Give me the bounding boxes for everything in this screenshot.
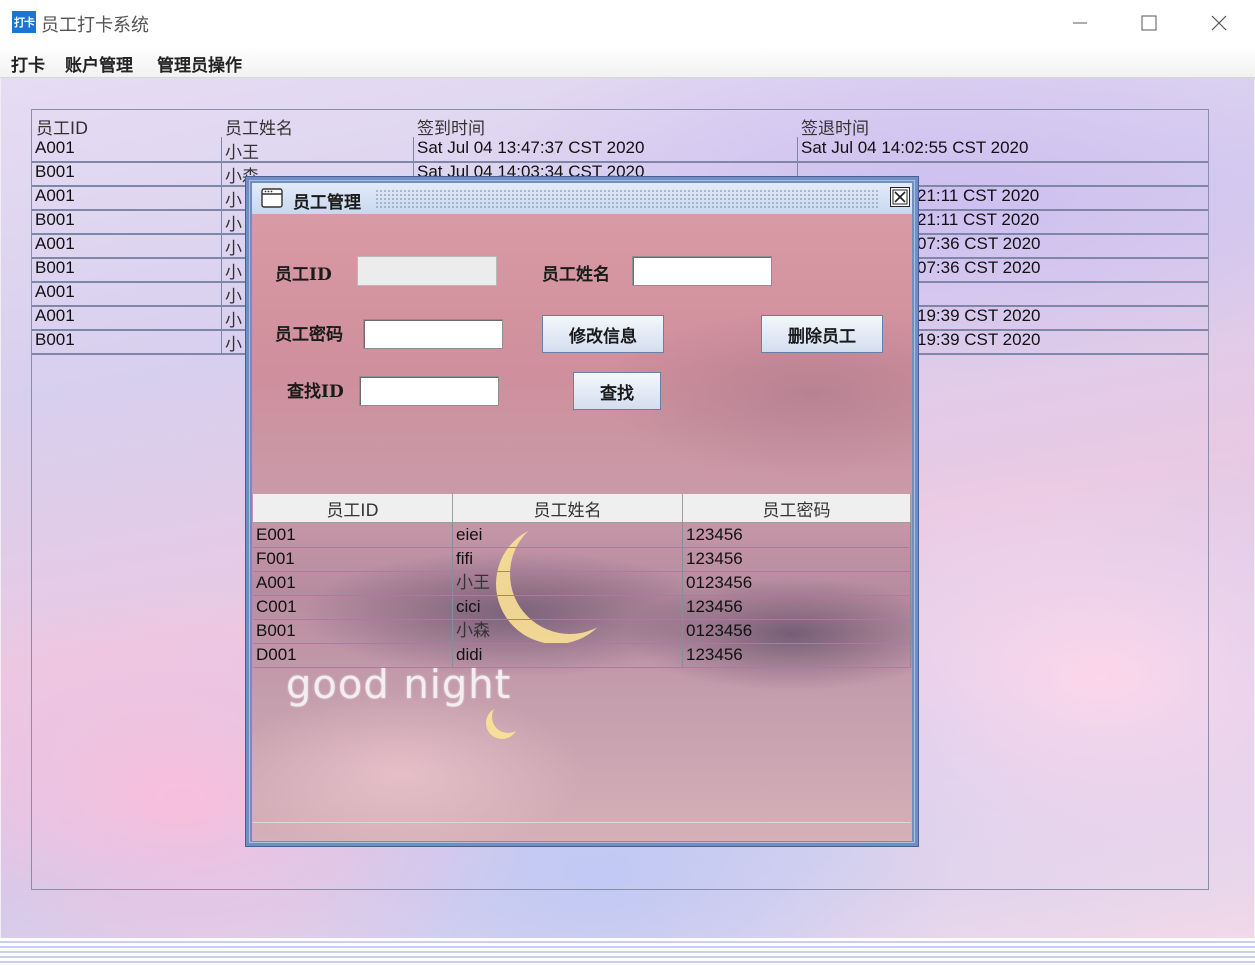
- dialog-close-button[interactable]: [890, 187, 910, 207]
- menu-account-management[interactable]: 账户管理: [65, 51, 133, 76]
- cell-employee-id: B001: [35, 258, 75, 277]
- background-good-night-text: good night: [286, 662, 512, 708]
- employee-password-label: 员工密码: [275, 325, 343, 345]
- column-header-employee-password[interactable]: 员工密码: [683, 494, 911, 522]
- maximize-button[interactable]: [1114, 0, 1184, 46]
- table-row[interactable]: A001 小王 0123456: [253, 571, 911, 596]
- menu-punch[interactable]: 打卡: [11, 51, 45, 76]
- cell-employee-id: A001: [35, 282, 75, 301]
- cell-employee-name: 小王: [453, 571, 683, 595]
- menu-bar: 打卡 账户管理 管理员操作: [0, 46, 1255, 78]
- cell-check-in: Sat Jul 04 13:47:37 CST 2020: [417, 138, 645, 157]
- table-bottom-edge: [253, 822, 911, 823]
- employee-management-dialog: 员工管理 good night 员工ID 员工姓名 员工密码 修改信息 删除员工…: [245, 176, 919, 847]
- cell-employee-id: A001: [35, 186, 75, 205]
- employee-name-field[interactable]: [632, 256, 772, 286]
- column-header-employee-id[interactable]: 员工ID: [36, 114, 88, 139]
- cell-employee-id: F001: [253, 547, 453, 571]
- cell-employee-password: 123456: [683, 547, 911, 571]
- find-button[interactable]: 查找: [573, 372, 661, 410]
- column-header-check-in-time[interactable]: 签到时间: [417, 114, 485, 139]
- window-icon: [261, 188, 283, 208]
- decorative-bottom-strip: [0, 938, 1255, 965]
- dialog-body: good night 员工ID 员工姓名 员工密码 修改信息 删除员工 查找ID…: [252, 214, 912, 841]
- window-title: 员工打卡系统: [41, 15, 149, 36]
- column-header-employee-name[interactable]: 员工姓名: [453, 494, 683, 522]
- delete-employee-button[interactable]: 删除员工: [761, 315, 883, 353]
- cell-employee-name: fifi: [453, 547, 683, 571]
- close-icon: [1211, 15, 1227, 31]
- cell-check-out: 19:39 CST 2020: [917, 330, 1041, 349]
- cell-employee-id: B001: [35, 210, 75, 229]
- find-id-label: 查找ID: [287, 382, 344, 402]
- cell-employee-password: 123456: [683, 643, 911, 667]
- cell-employee-id: D001: [253, 643, 453, 667]
- cell-employee-password: 123456: [683, 523, 911, 547]
- cell-check-out: 21:11 CST 2020: [917, 186, 1040, 205]
- close-button[interactable]: [1184, 0, 1254, 46]
- minimize-icon: [1073, 22, 1087, 24]
- table-row[interactable]: D001 didi 123456: [253, 643, 911, 668]
- menu-admin-operations[interactable]: 管理员操作: [157, 51, 242, 76]
- column-header-employee-id[interactable]: 员工ID: [253, 494, 453, 522]
- cell-employee-password: 0123456: [683, 571, 911, 595]
- cell-check-out: Sat Jul 04 14:02:55 CST 2020: [801, 138, 1029, 157]
- cell-employee-id: B001: [253, 619, 453, 643]
- cell-check-out: 21:11 CST 2020: [917, 210, 1040, 229]
- employee-name-label: 员工姓名: [542, 265, 610, 285]
- title-bar: 打卡 员工打卡系统: [0, 0, 1255, 47]
- cell-employee-id: A001: [253, 571, 453, 595]
- cell-check-out: 07:36 CST 2020: [917, 234, 1041, 253]
- cell-employee-name: 小王: [225, 143, 259, 160]
- cell-check-out: 19:39 CST 2020: [917, 306, 1041, 325]
- cell-employee-name: eiei: [453, 523, 683, 547]
- cell-employee-id: A001: [35, 138, 75, 157]
- table-row[interactable]: C001 cici 123456: [253, 595, 911, 620]
- table-row[interactable]: B001 小森 0123456: [253, 619, 911, 644]
- cell-employee-name: 小森: [453, 619, 683, 643]
- attendance-table-header: 员工ID 员工姓名 签到时间 签退时间: [32, 110, 1210, 139]
- cell-employee-id: C001: [253, 595, 453, 619]
- maximize-icon: [1141, 15, 1157, 31]
- cell-employee-name: cici: [453, 595, 683, 619]
- employee-password-field[interactable]: [363, 319, 503, 349]
- cell-employee-id: B001: [35, 330, 75, 349]
- title-bar-texture: [375, 189, 879, 209]
- app-icon: 打卡: [12, 11, 36, 33]
- table-row[interactable]: F001 fifi 123456: [253, 547, 911, 572]
- cell-employee-id: A001: [35, 234, 75, 253]
- cell-check-out: 07:36 CST 2020: [917, 258, 1041, 277]
- employee-id-label: 员工ID: [275, 265, 332, 285]
- table-row[interactable]: A001 小王 Sat Jul 04 13:47:37 CST 2020 Sat…: [32, 137, 1208, 163]
- employee-id-field[interactable]: [357, 256, 497, 286]
- find-id-field[interactable]: [359, 376, 499, 406]
- dialog-title-bar[interactable]: 员工管理: [252, 183, 912, 214]
- dialog-title: 员工管理: [293, 193, 361, 213]
- close-icon: [892, 189, 908, 205]
- minimize-button[interactable]: [1045, 0, 1115, 46]
- cell-employee-password: 123456: [683, 595, 911, 619]
- column-header-employee-name[interactable]: 员工姓名: [225, 114, 293, 139]
- cell-employee-id: E001: [253, 523, 453, 547]
- cell-employee-name: didi: [453, 643, 683, 667]
- employee-table-header: 员工ID 员工姓名 员工密码: [253, 494, 911, 523]
- table-row[interactable]: E001 eiei 123456: [253, 523, 911, 548]
- cell-employee-id: B001: [35, 162, 75, 181]
- cell-employee-id: A001: [35, 306, 75, 325]
- column-header-check-out-time[interactable]: 签退时间: [801, 114, 869, 139]
- cell-employee-password: 0123456: [683, 619, 911, 643]
- modify-info-button[interactable]: 修改信息: [542, 315, 664, 353]
